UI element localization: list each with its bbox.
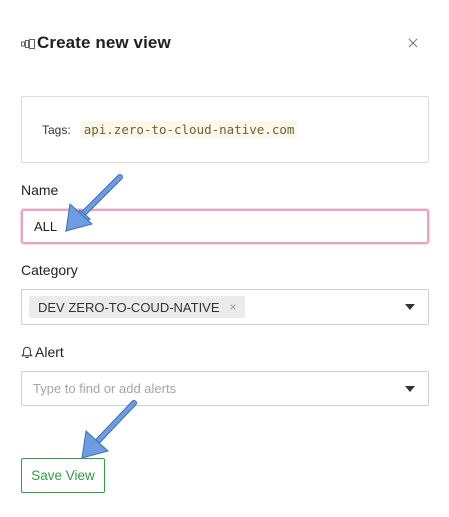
alert-label: Alert xyxy=(21,344,64,360)
tags-box: Tags: api.zero-to-cloud-native.com xyxy=(21,96,429,163)
category-chip-label: DEV ZERO-TO-COUD-NATIVE xyxy=(38,299,220,315)
close-icon xyxy=(408,38,418,48)
annotation-arrow-icon xyxy=(81,400,137,459)
alert-select[interactable]: Type to find or add alerts xyxy=(21,371,429,406)
chevron-down-icon[interactable] xyxy=(405,304,415,310)
bell-icon xyxy=(21,346,33,358)
save-view-button[interactable]: Save View xyxy=(21,458,105,493)
alert-placeholder: Type to find or add alerts xyxy=(33,381,177,396)
tags-value: api.zero-to-cloud-native.com xyxy=(80,121,298,138)
tags-label: Tags: xyxy=(42,122,71,137)
close-button[interactable] xyxy=(403,33,423,53)
view-icon xyxy=(21,38,35,49)
alert-label-text: Alert xyxy=(35,344,64,360)
chip-remove-icon[interactable]: × xyxy=(230,300,237,314)
category-label: Category xyxy=(21,262,78,278)
category-chip: DEV ZERO-TO-COUD-NATIVE × xyxy=(29,296,245,318)
name-input[interactable] xyxy=(21,209,429,244)
chevron-down-icon[interactable] xyxy=(405,385,415,392)
dialog-header: Create new view xyxy=(21,30,431,56)
dialog-title: Create new view xyxy=(37,33,171,52)
name-label: Name xyxy=(21,182,59,198)
category-select[interactable]: DEV ZERO-TO-COUD-NATIVE × xyxy=(21,289,429,325)
